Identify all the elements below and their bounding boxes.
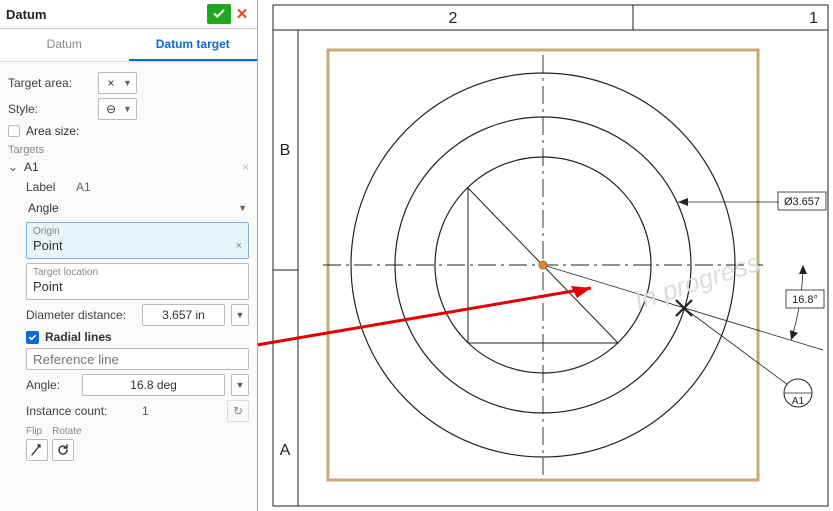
targets-section-label: Targets [8, 144, 249, 156]
refresh-icon: ↻ [233, 404, 243, 418]
diameter-distance-input[interactable]: 3.657 in [142, 304, 225, 326]
remove-target-button[interactable]: × [242, 160, 249, 174]
angle-dropdown[interactable]: ▼ [231, 374, 249, 396]
cancel-button[interactable]: ✕ [233, 5, 251, 23]
annotation-arrow [258, 286, 591, 367]
flip-icon [30, 443, 44, 457]
angle-type-value: Angle [28, 201, 59, 215]
rotate-icon [56, 443, 70, 457]
target-location-field[interactable]: Target location Point [26, 263, 249, 300]
clear-origin-button[interactable]: × [236, 240, 242, 252]
rotate-label: Rotate [52, 426, 81, 437]
diameter-callout-text: Ø3.657 [784, 196, 820, 208]
close-icon: ✕ [236, 5, 249, 23]
angle-callout-text: 16.8° [792, 294, 818, 306]
instance-count-row: Instance count: 1 ↻ [26, 400, 249, 422]
target-location-label: Target location [33, 267, 242, 278]
area-size-row: Area size: [8, 124, 249, 138]
style-combo[interactable]: ⊖ ▼ [98, 98, 137, 120]
origin-point [539, 261, 547, 269]
label-value: A1 [76, 180, 91, 194]
instance-refresh-button[interactable]: ↻ [227, 400, 249, 422]
flip-rotate-section: Flip Rotate [26, 426, 249, 461]
origin-value: Point [33, 238, 63, 253]
ok-button[interactable] [207, 4, 231, 24]
style-row: Style: ⊖ ▼ [8, 98, 249, 120]
target-area-symbol-icon: × [103, 76, 119, 90]
angle-label: Angle: [26, 378, 76, 392]
chevron-down-icon: ▼ [123, 104, 132, 114]
diameter-distance-row: Diameter distance: 3.657 in ▼ [26, 304, 249, 326]
drawing-svg: 2 1 B A [258, 0, 833, 511]
chevron-down-icon[interactable]: ⌄ [8, 160, 20, 174]
flip-label: Flip [26, 426, 42, 437]
style-symbol-icon: ⊖ [103, 102, 119, 116]
datum-target-balloon: A1 [684, 308, 812, 407]
angle-row: Angle: 16.8 deg ▼ [26, 374, 249, 396]
target-area-row: Target area: × ▼ [8, 72, 249, 94]
target-location-value: Point [33, 279, 63, 294]
diameter-dimension: Ø3.657 [678, 192, 826, 210]
rotate-button[interactable] [52, 439, 74, 461]
area-size-checkbox[interactable] [8, 125, 20, 137]
angle-input[interactable]: 16.8 deg [82, 374, 225, 396]
row-label-b: B [280, 142, 291, 159]
target-node-a1[interactable]: ⌄ A1 × [8, 158, 249, 176]
angle-dimension: 16.8° [786, 265, 824, 340]
tab-datum[interactable]: Datum [0, 29, 129, 61]
col-label-2: 2 [449, 10, 458, 27]
check-icon [212, 7, 226, 21]
label-label: Label [26, 180, 76, 194]
angle-type-row[interactable]: Angle ▼ [26, 198, 249, 218]
instance-count-value: 1 [142, 404, 221, 418]
radial-lines-checkbox[interactable] [26, 331, 39, 344]
panel-header: Datum ✕ [0, 0, 257, 29]
flip-button[interactable] [26, 439, 48, 461]
chevron-down-icon: ▼ [238, 203, 247, 213]
form-body: Target area: × ▼ Style: ⊖ ▼ Area size: T… [0, 62, 257, 511]
row-label-column [273, 30, 298, 506]
target-name: A1 [24, 160, 39, 174]
drawing-geometry: Ø3.657 16.8° A1 In progress [323, 55, 826, 475]
panel-title: Datum [6, 7, 46, 22]
chevron-down-icon: ▼ [123, 78, 132, 88]
origin-label: Origin [33, 226, 242, 237]
datum-balloon-text: A1 [792, 396, 805, 407]
label-row: Label A1 [26, 180, 249, 194]
diameter-distance-label: Diameter distance: [26, 308, 136, 322]
datum-panel: Datum ✕ Datum Datum target Target area: … [0, 0, 258, 511]
col-label-1: 1 [809, 10, 818, 27]
drawing-canvas[interactable]: 2 1 B A [258, 0, 833, 511]
target-details: Label A1 Angle ▼ Origin Point × Target l… [26, 180, 249, 461]
instance-count-label: Instance count: [26, 404, 136, 418]
tab-datum-target[interactable]: Datum target [129, 29, 258, 61]
radial-lines-label: Radial lines [45, 330, 112, 344]
radial-lines-row: Radial lines [26, 330, 249, 344]
panel-header-actions: ✕ [207, 4, 251, 24]
row-label-a: A [280, 442, 291, 459]
check-icon [28, 333, 37, 342]
diameter-distance-dropdown[interactable]: ▼ [231, 304, 249, 326]
reference-line-input[interactable] [26, 348, 249, 370]
title-row-frame [273, 5, 828, 30]
target-area-combo[interactable]: × ▼ [98, 72, 137, 94]
area-size-label: Area size: [26, 124, 79, 138]
tabs: Datum Datum target [0, 29, 257, 62]
origin-field[interactable]: Origin Point × [26, 222, 249, 259]
target-area-label: Target area: [8, 76, 98, 90]
style-label: Style: [8, 102, 98, 116]
